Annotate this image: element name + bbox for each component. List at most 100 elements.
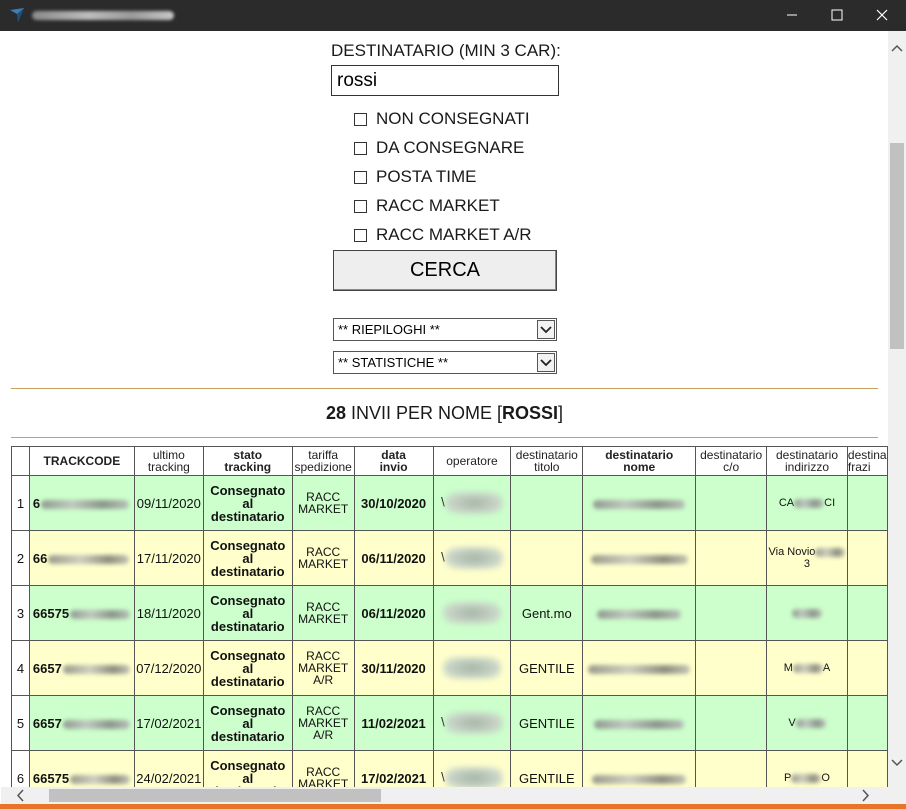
row-index: 5 <box>11 695 30 751</box>
checkbox-da-consegnare[interactable]: DA CONSEGNARE <box>354 137 524 159</box>
data-invio-cell: 06/11/2020 <box>353 530 434 586</box>
operatore-cell: \ <box>432 475 512 531</box>
col-header-dest-nome[interactable]: destinatario nome <box>582 446 697 476</box>
table-row[interactable]: 4 6657 07/12/2020 Consegnato al destinatario R… <box>11 640 888 696</box>
trackcode-cell[interactable]: 6657 <box>28 695 135 751</box>
table-row[interactable]: 5 6657 17/02/2021 Consegnato al destinatario R… <box>11 695 888 751</box>
divider <box>11 437 878 438</box>
trackcode-cell[interactable]: 66575 <box>28 585 135 641</box>
checkbox-box[interactable] <box>354 228 367 242</box>
row-index: 1 <box>11 475 30 531</box>
table-row[interactable]: 3 66575 18/11/2020 Consegnato al destinatario… <box>11 585 888 641</box>
checkbox-label: RACC MARKET A/R <box>376 225 532 244</box>
statistiche-select[interactable]: ** STATISTICHE ** <box>333 351 557 374</box>
col-header-dest-indirizzo[interactable]: destinatario indirizzo <box>766 446 848 476</box>
results-table-wrapper: TRACKCODE ultimo tracking stato tracking t… <box>11 446 888 787</box>
dest-nome-cell <box>582 640 697 696</box>
dest-nome-cell <box>582 475 697 531</box>
vertical-scrollbar[interactable] <box>888 31 906 787</box>
scroll-right-icon[interactable] <box>861 789 871 802</box>
dest-nome-cell <box>582 530 697 586</box>
search-button[interactable]: CERCA <box>333 250 557 291</box>
trackcode-cell[interactable]: 66575 <box>28 750 135 787</box>
col-header-stato-tracking[interactable]: stato tracking <box>202 446 293 476</box>
scroll-down-icon[interactable] <box>891 758 903 768</box>
dest-nome-cell <box>582 750 697 787</box>
operatore-cell <box>432 585 512 641</box>
horizontal-scroll-thumb[interactable] <box>49 789 381 802</box>
results-table: TRACKCODE ultimo tracking stato tracking t… <box>11 446 888 787</box>
ultimo-tracking-cell: 09/11/2020 <box>133 475 204 531</box>
close-button[interactable] <box>859 0 905 31</box>
redacted-indirizzo <box>792 663 823 673</box>
scroll-left-icon[interactable] <box>15 789 25 802</box>
results-heading: 28 INVII PER NOME [ROSSI] <box>325 403 564 423</box>
checkbox-box[interactable] <box>354 112 367 126</box>
results-name: ROSSI <box>502 403 559 423</box>
table-row[interactable]: 66657524/02/2021Consegnatoaldestinatario… <box>11 750 888 787</box>
checkbox-non-consegnati[interactable]: NON CONSEGNATI <box>354 108 530 130</box>
trackcode-cell[interactable]: 6 <box>28 475 135 531</box>
dest-co-cell <box>695 530 768 586</box>
col-header-trackcode[interactable]: TRACKCODE <box>28 446 135 476</box>
redacted-operatore <box>442 657 501 679</box>
stato-tracking-cell: Consegnatoaldestinatario <box>202 585 293 641</box>
riepiloghi-select[interactable]: ** RIEPILOGHI ** <box>333 318 557 341</box>
checkbox-label: RACC MARKET <box>376 196 500 215</box>
ultimo-tracking-cell: 07/12/2020 <box>133 640 204 696</box>
horizontal-scrollbar[interactable] <box>1 787 888 804</box>
redacted-indirizzo <box>794 498 825 508</box>
table-row[interactable]: 1 6 09/11/2020 Consegnato al destinatario RACC… <box>11 475 888 531</box>
ultimo-tracking-cell: 18/11/2020 <box>133 585 204 641</box>
checkbox-racc-market[interactable]: RACC MARKET <box>354 195 500 217</box>
dest-indirizzo-cell <box>766 585 848 641</box>
vertical-scroll-thumb[interactable] <box>890 143 904 349</box>
operatore-cell <box>432 640 512 696</box>
chevron-down-icon[interactable] <box>537 353 555 372</box>
dest-co-cell <box>695 695 768 751</box>
ultimo-tracking-cell: 17/02/2021 <box>133 695 204 751</box>
col-header-operatore[interactable]: operatore <box>432 446 512 476</box>
taskbar-edge <box>0 804 906 809</box>
minimize-button[interactable] <box>769 0 815 31</box>
checkbox-posta-time[interactable]: POSTA TIME <box>354 166 476 188</box>
tariffa-cell: RACC MARKET <box>291 585 355 641</box>
results-count: 28 <box>325 403 346 423</box>
row-index: 2 <box>11 530 30 586</box>
data-invio-cell: 11/02/2021 <box>353 695 434 751</box>
col-header-ultimo-tracking[interactable]: ultimo tracking <box>133 446 204 476</box>
dest-frazione-cell <box>846 475 888 531</box>
divider <box>11 388 878 389</box>
dest-titolo-cell: GENTILE <box>510 640 584 696</box>
checkbox-racc-market-ar[interactable]: RACC MARKET A/R <box>354 224 532 246</box>
redacted-nome <box>588 664 691 674</box>
redacted-trackcode <box>62 664 130 674</box>
checkbox-box[interactable] <box>354 199 367 213</box>
table-row[interactable]: 2 66 17/11/2020 Consegnato al destinatario RAC… <box>11 530 888 586</box>
redacted-operatore <box>444 547 503 569</box>
col-header-dest-titolo[interactable]: destinatario titolo <box>510 446 584 476</box>
col-header-dest-frazione[interactable]: destina frazi <box>846 446 888 476</box>
trackcode-cell[interactable]: 66 <box>28 530 135 586</box>
col-header-dest-co[interactable]: destinatario c/o <box>695 446 768 476</box>
checkbox-box[interactable] <box>354 141 367 155</box>
trackcode-cell[interactable]: 6657 <box>28 640 135 696</box>
recipient-search-input[interactable] <box>331 65 559 96</box>
col-header-tariffa[interactable]: tariffa spedizione <box>291 446 355 476</box>
redacted-indirizzo <box>791 608 822 618</box>
dest-titolo-cell <box>510 530 584 586</box>
maximize-button[interactable] <box>814 0 860 31</box>
tariffa-cell: RACC MARKET <box>291 530 355 586</box>
col-header-data-invio[interactable]: data invio <box>353 446 434 476</box>
window-title-redacted <box>32 11 174 20</box>
checkbox-box[interactable] <box>354 170 367 184</box>
operatore-cell: \ <box>432 750 512 787</box>
data-invio-cell: 30/11/2020 <box>353 640 434 696</box>
redacted-nome <box>592 774 687 784</box>
dest-frazione-cell <box>846 640 888 696</box>
redacted-operatore <box>444 492 503 514</box>
redacted-trackcode <box>70 609 131 619</box>
redacted-indirizzo <box>795 718 826 728</box>
scroll-up-icon[interactable] <box>891 43 903 53</box>
chevron-down-icon[interactable] <box>537 320 555 339</box>
